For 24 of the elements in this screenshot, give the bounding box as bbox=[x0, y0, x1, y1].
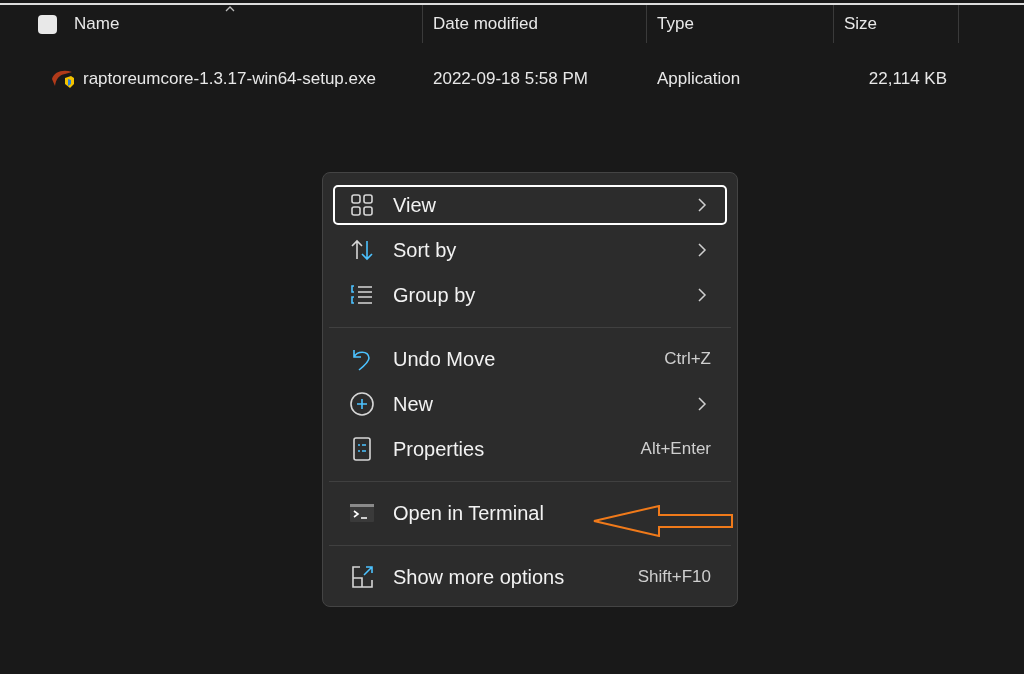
column-header[interactable]: Date modified bbox=[433, 11, 538, 37]
menu-item[interactable]: Sort by bbox=[333, 230, 727, 270]
menu-item[interactable]: New bbox=[333, 384, 727, 424]
menu-item[interactable]: Undo Move Ctrl+Z bbox=[333, 339, 727, 379]
file-type: Application bbox=[656, 68, 742, 91]
file-name[interactable]: raptoreumcore-1.3.17-win64-setup.exe bbox=[83, 66, 376, 92]
shortcut-text: Shift+F10 bbox=[637, 566, 711, 589]
shortcut-text: Alt+Enter bbox=[640, 438, 711, 461]
menu-item[interactable]: Group by bbox=[333, 275, 727, 315]
menu-item[interactable]: View bbox=[333, 185, 727, 225]
column-header[interactable]: Name bbox=[74, 11, 120, 37]
column-header[interactable]: Type bbox=[657, 11, 694, 37]
date-modified: 2022-09-18 5:58 PM bbox=[432, 68, 589, 91]
file-size: 22,114 KB bbox=[867, 68, 947, 91]
menu-item[interactable]: Show more options Shift+F10 bbox=[333, 557, 727, 597]
plus-circle-icon bbox=[349, 391, 375, 417]
sort-icon bbox=[349, 237, 375, 263]
column-header[interactable]: Size bbox=[844, 11, 878, 37]
menu-item[interactable]: Open in Terminal bbox=[333, 493, 727, 533]
grid-icon bbox=[349, 192, 375, 218]
shortcut-text: Ctrl+Z bbox=[664, 348, 711, 371]
menu-item[interactable]: Properties Alt+Enter bbox=[333, 429, 727, 469]
select-all-checkbox[interactable] bbox=[38, 14, 57, 34]
expand-icon bbox=[349, 564, 375, 590]
